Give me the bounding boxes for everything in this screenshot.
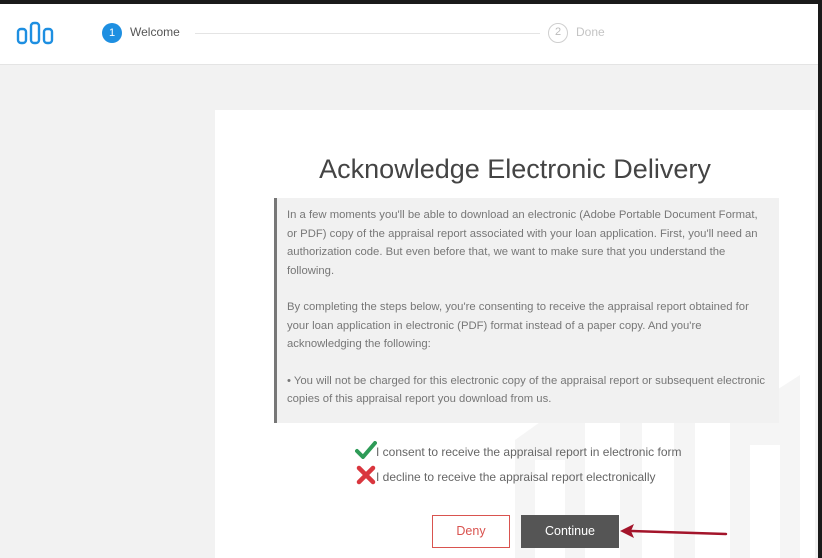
decline-option-label: I decline to receive the appraisal repor… xyxy=(376,470,656,484)
disclosure-notice: In a few moments you'll be able to downl… xyxy=(274,198,779,423)
step-2-indicator: 2 xyxy=(548,23,568,43)
step-progress-line xyxy=(195,33,540,34)
consent-option-label: I consent to receive the appraisal repor… xyxy=(376,445,682,459)
step-1-indicator: 1 xyxy=(102,23,122,43)
notice-paragraph-2: By completing the steps below, you're co… xyxy=(287,301,749,350)
content-card: Acknowledge Electronic Delivery In a few… xyxy=(215,110,815,558)
annotation-arrow-icon xyxy=(620,524,728,538)
notice-paragraph-1: In a few moments you'll be able to downl… xyxy=(287,209,758,277)
cross-icon xyxy=(356,465,376,485)
step-2-label: Done xyxy=(576,25,605,39)
check-icon xyxy=(355,441,377,459)
continue-button[interactable]: Continue xyxy=(521,515,619,548)
notice-bullet-1: • You will not be charged for this elect… xyxy=(287,374,766,406)
top-header-bar: 1 Welcome 2 Done xyxy=(0,0,822,65)
step-1-label: Welcome xyxy=(130,25,180,39)
window-edge xyxy=(0,0,822,4)
window-edge-right xyxy=(818,0,822,558)
deny-button[interactable]: Deny xyxy=(432,515,510,548)
page-title: Acknowledge Electronic Delivery xyxy=(319,154,711,184)
logo-icon[interactable] xyxy=(16,21,54,45)
